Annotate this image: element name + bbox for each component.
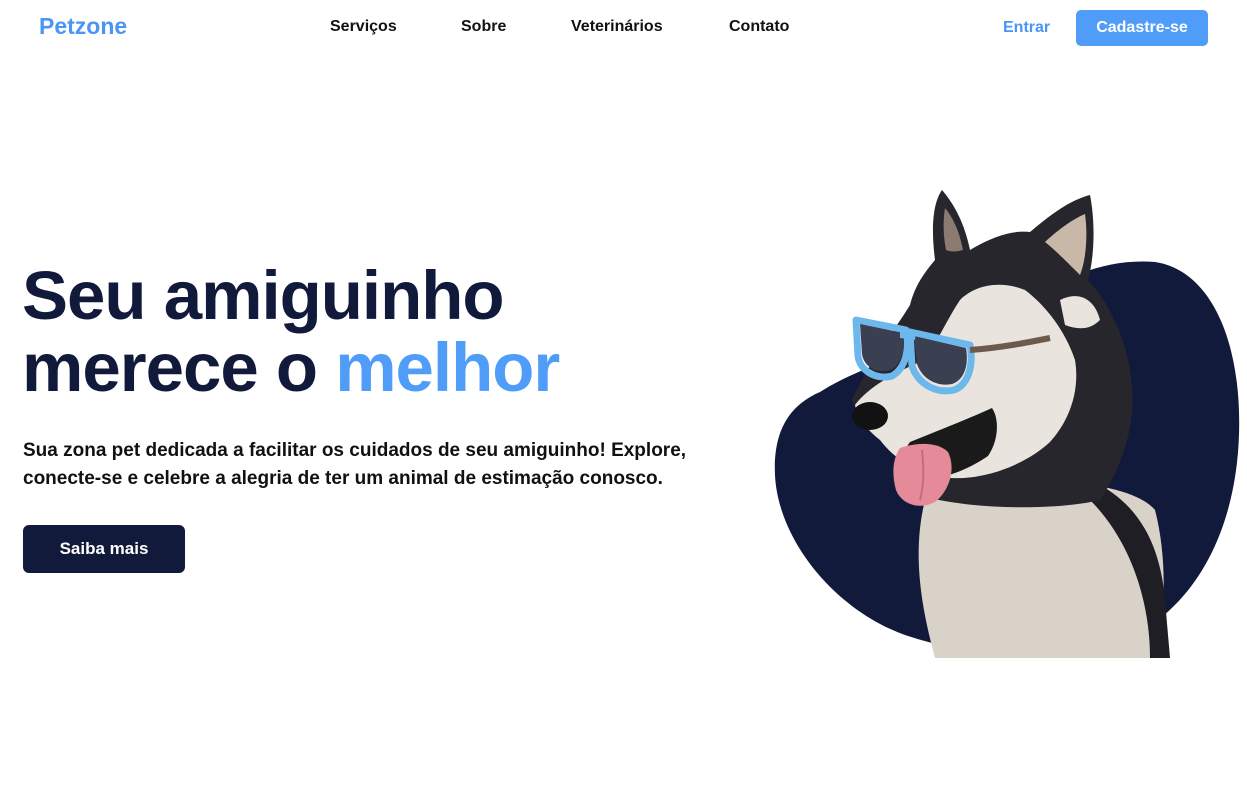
main-nav: Serviços Sobre Veterinários Contato bbox=[0, 18, 1247, 40]
nav-link-servicos[interactable]: Serviços bbox=[330, 18, 397, 36]
hero-illustration bbox=[760, 180, 1247, 670]
learn-more-button[interactable]: Saiba mais bbox=[23, 525, 185, 573]
signup-button[interactable]: Cadastre-se bbox=[1076, 10, 1208, 46]
hero-subtitle-line2: conecte-se e celebre a alegria de ter um… bbox=[23, 468, 663, 489]
hero-title-accent: melhor bbox=[335, 329, 560, 406]
site-header: Petzone Serviços Sobre Veterinários Cont… bbox=[0, 0, 1247, 56]
hero-title-line1: Seu amiguinho bbox=[22, 257, 505, 334]
hero-subtitle-line1: Sua zona pet dedicada a facilitar os cui… bbox=[23, 440, 687, 461]
nav-link-veterinarios[interactable]: Veterinários bbox=[571, 18, 663, 36]
nav-link-contato[interactable]: Contato bbox=[729, 18, 789, 36]
nav-link-sobre[interactable]: Sobre bbox=[461, 18, 506, 36]
hero-title-line2: merece o bbox=[22, 329, 336, 406]
hero-subtitle: Sua zona pet dedicada a facilitar os cui… bbox=[23, 437, 743, 493]
login-link[interactable]: Entrar bbox=[1003, 19, 1050, 37]
hero-title: Seu amiguinho merece o melhor bbox=[22, 260, 722, 404]
page: Petzone Serviços Sobre Veterinários Cont… bbox=[0, 0, 1247, 810]
husky-with-sunglasses-icon bbox=[774, 190, 1240, 658]
